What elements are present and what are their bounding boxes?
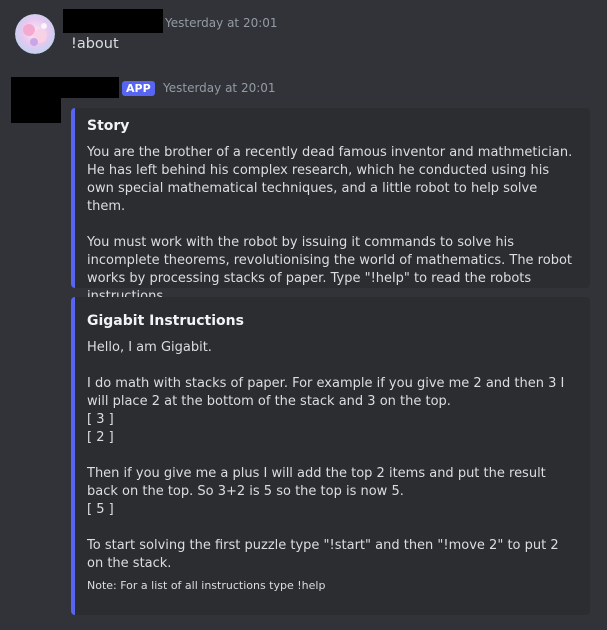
redacted-username [63, 9, 163, 33]
embed-paragraph: Then if you give me a plus I will add th… [87, 466, 546, 499]
embed-footer: Note: For a list of all instructions typ… [87, 579, 326, 592]
embed-title: Story [87, 118, 130, 134]
embed-paragraph: To start solving the first puzzle type "… [87, 538, 559, 571]
stack-line: [ 5 ] [87, 502, 114, 517]
stack-line: [ 2 ] [87, 430, 114, 445]
message-timestamp[interactable]: Yesterday at 20:01 [165, 16, 278, 30]
redacted-bot-avatar [11, 77, 61, 123]
user-avatar[interactable] [15, 14, 55, 54]
redacted-bot-username [60, 77, 119, 98]
embed-paragraph: You must work with the robot by issuing … [87, 235, 572, 304]
message-content: !about [71, 36, 119, 52]
embed-paragraph: Hello, I am Gigabit. [87, 340, 212, 355]
message-timestamp[interactable]: Yesterday at 20:01 [163, 81, 276, 95]
stack-line: [ 3 ] [87, 412, 114, 427]
avatar-image-icon [15, 14, 55, 54]
embed-title: Gigabit Instructions [87, 313, 244, 329]
embed-description: Hello, I am Gigabit. I do math with stac… [87, 339, 574, 573]
embed-gigabit-instructions: Gigabit Instructions Hello, I am Gigabit… [71, 297, 590, 615]
embed-paragraph: You are the brother of a recently dead f… [87, 145, 573, 214]
embed-story: Story You are the brother of a recently … [71, 108, 590, 304]
app-badge: APP [122, 81, 155, 96]
embed-paragraph: I do math with stacks of paper. For exam… [87, 376, 565, 409]
embed-description: You are the brother of a recently dead f… [87, 144, 574, 306]
